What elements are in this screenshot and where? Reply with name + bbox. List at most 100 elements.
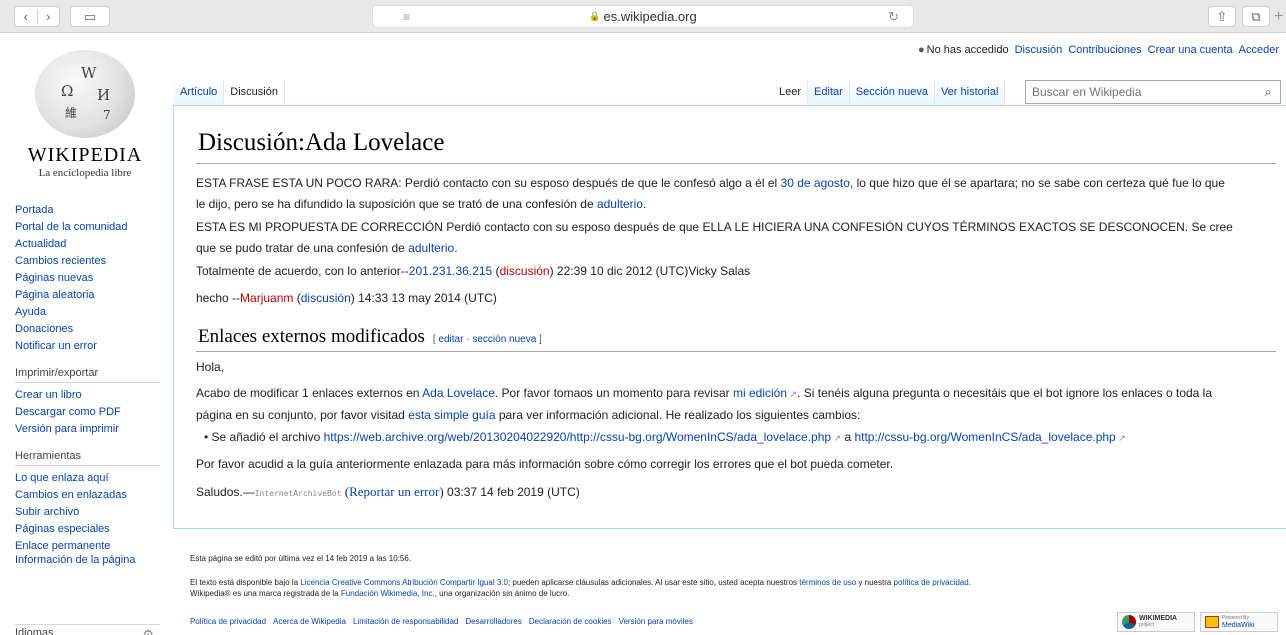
login-status: No has accedido [926, 44, 1009, 56]
tab-discussion[interactable]: Discusión [224, 80, 285, 105]
tab-read[interactable]: Leer [773, 80, 809, 105]
section-new-link[interactable]: sección nueva [472, 334, 536, 345]
link-ip-user[interactable]: 201.231.36.215 [409, 264, 492, 278]
paragraph-3: Totalmente de acuerdo, con lo anterior--… [196, 264, 751, 278]
sidebar-toggle-icon[interactable]: ▭ [70, 6, 110, 27]
bullet-marker: • [204, 430, 212, 444]
nav-item[interactable]: Notificar un error [15, 340, 97, 352]
text: 03:37 14 feb 2019 (UTC) [443, 485, 580, 499]
link-mi-edicion[interactable]: mi edición [733, 386, 797, 400]
languages-heading: Idiomas [15, 627, 54, 635]
gear-icon[interactable]: ⚙ [142, 627, 154, 635]
section-edit-link[interactable]: editar [438, 334, 463, 345]
reader-menu-icon[interactable]: ≡ [403, 10, 410, 24]
text: . [968, 578, 971, 587]
text: ESTA FRASE ESTA UN POCO RARA: Perdió con… [196, 176, 781, 190]
tools-item[interactable]: Lo que enlaza aquí [15, 472, 109, 484]
footer-link[interactable]: Declaración de cookies [529, 617, 612, 626]
tools-item[interactable]: Enlace permanente [15, 540, 110, 552]
text: El texto está disponible bajo la [190, 578, 301, 587]
nav-item[interactable]: Ayuda [15, 306, 46, 318]
personal-link-create-account[interactable]: Crear una cuenta [1148, 44, 1233, 56]
page-title: Discusión:Ada Lovelace [198, 129, 445, 156]
wikimedia-badge[interactable]: WIKIMEDIA project [1117, 612, 1195, 632]
personal-link-talk[interactable]: Discusión [1015, 44, 1063, 56]
new-tab-icon[interactable]: + [1274, 8, 1283, 26]
section-title: Enlaces externos modificados [198, 326, 425, 347]
footer-link[interactable]: Versión para móviles [619, 617, 693, 626]
share-icon[interactable]: ⇧ [1208, 6, 1236, 27]
mediawiki-badge[interactable]: Powered By MediaWiki [1200, 612, 1278, 632]
text: , una organización sin ánimo de lucro. [434, 589, 570, 598]
text: que se pudo tratar de una confesión de [196, 241, 409, 255]
tab-history[interactable]: Ver historial [934, 80, 1006, 105]
footer-link[interactable]: Limitación de responsabilidad [353, 617, 458, 626]
languages-portlet: Idiomas ⚙ [15, 624, 160, 635]
text: Saludos.— [196, 485, 255, 499]
link-original[interactable]: http://cssu-bg.org/WomenInCS/ada_lovelac… [854, 430, 1125, 444]
text: y nuestra [856, 578, 894, 587]
text: , lo que hizo que él se apartara; no se … [849, 176, 1225, 190]
nav-item[interactable]: Actualidad [15, 238, 66, 250]
footer-link[interactable]: Acerca de Wikipedia [273, 617, 346, 626]
lock-icon: 🔒 [589, 11, 601, 21]
footer-privacy-link[interactable]: política de privacidad [894, 578, 969, 587]
print-item[interactable]: Crear un libro [15, 389, 82, 401]
personal-tools: ● No has accedido Discusión Contribucion… [918, 44, 1279, 56]
tab-new-section[interactable]: Sección nueva [849, 80, 935, 105]
link-adulterio[interactable]: adulterio [597, 197, 643, 211]
link-30-agosto[interactable]: 30 de agosto [781, 176, 850, 190]
link-ada-lovelace[interactable]: Ada Lovelace [422, 386, 495, 400]
wikipedia-logo[interactable]: W Ω И 維 7 WIKIPEDIA La enciclopedia libr… [15, 50, 155, 179]
globe-glyph: Ω [61, 82, 74, 100]
tools-item[interactable]: Información de la página [15, 554, 135, 566]
tab-article[interactable]: Artículo [174, 80, 225, 105]
reload-icon[interactable]: ↻ [888, 9, 899, 25]
nav-item[interactable]: Portal de la comunidad [15, 221, 128, 233]
history-nav: ‹ › [14, 6, 60, 27]
personal-link-contributions[interactable]: Contribuciones [1068, 44, 1141, 56]
text: Se añadió el archivo [211, 430, 324, 444]
link-ip-talk[interactable]: discusión [500, 264, 550, 278]
search-icon[interactable]: ⌕ [1256, 84, 1280, 100]
print-item[interactable]: Versión para imprimir [15, 423, 119, 435]
link-bot-user[interactable]: InternetArchiveBot [255, 489, 342, 498]
nav-item[interactable]: Cambios recientes [15, 255, 106, 267]
footer-license-link[interactable]: Licencia Creative Commons Atribución Com… [300, 578, 508, 587]
back-icon[interactable]: ‹ [15, 9, 38, 24]
tools-item[interactable]: Páginas especiales [15, 523, 110, 535]
forward-icon[interactable]: › [38, 9, 60, 24]
footer-link[interactable]: Política de privacidad [190, 617, 266, 626]
link-user-talk[interactable]: discusión [301, 291, 351, 305]
link-archive[interactable]: https://web.archive.org/web/201302040229… [324, 430, 842, 444]
address-bar[interactable]: ≡ 🔒 es.wikipedia.org ↻ [372, 5, 914, 28]
print-item[interactable]: Descargar como PDF [15, 406, 121, 418]
nav-item[interactable]: Página aleatoria [15, 289, 95, 301]
tabs-overview-icon[interactable]: ⧉ [1242, 6, 1270, 27]
search-input[interactable] [1026, 85, 1256, 99]
nav-item[interactable]: Donaciones [15, 323, 73, 335]
text: Totalmente de acuerdo, con lo anterior-- [196, 264, 409, 278]
globe-glyph: 7 [103, 108, 111, 122]
link-report-error[interactable]: Reportar un error [349, 484, 439, 499]
navigation-portlet: Portada Portal de la comunidad Actualida… [15, 202, 160, 355]
footer-lastmod: Esta página se editó por última vez el 1… [190, 554, 412, 563]
tools-portlet: Herramientas Lo que enlaza aquí Cambios … [15, 450, 160, 566]
footer-link[interactable]: Desarrolladores [465, 617, 521, 626]
text: Acabo de modificar 1 enlaces externos en [196, 386, 423, 400]
footer-terms-link[interactable]: términos de uso [799, 578, 856, 587]
link-user-marjuanm[interactable]: Marjuanm [240, 291, 293, 305]
tools-item[interactable]: Cambios en enlazadas [15, 489, 127, 501]
section-divider [196, 351, 1276, 352]
link-guia[interactable]: esta simple guía [408, 408, 495, 422]
footer-foundation-link[interactable]: Fundación Wikimedia, Inc. [341, 589, 435, 598]
badge-subtitle: project [1139, 622, 1155, 628]
nav-item[interactable]: Páginas nuevas [15, 272, 93, 284]
badge-title: Powered By [1222, 615, 1249, 621]
tab-edit[interactable]: Editar [808, 80, 850, 105]
nav-item[interactable]: Portada [15, 204, 54, 216]
personal-link-login[interactable]: Acceder [1239, 44, 1279, 56]
badge-text: WIKIMEDIA project [1139, 615, 1177, 629]
link-adulterio[interactable]: adulterio [408, 241, 454, 255]
tools-item[interactable]: Subir archivo [15, 506, 79, 518]
